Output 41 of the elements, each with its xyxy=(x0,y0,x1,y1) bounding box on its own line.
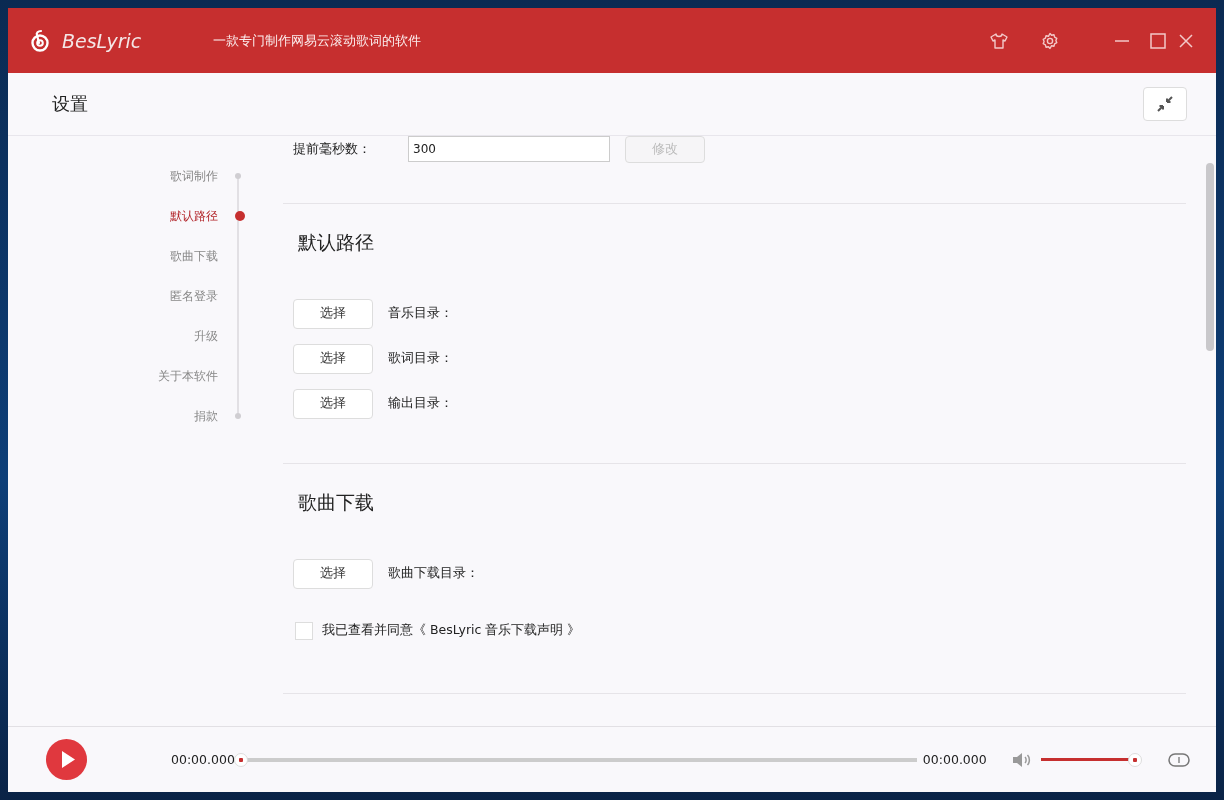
agreement-label: 我已查看并同意《 BesLyric 音乐下载声明 》 xyxy=(322,622,581,639)
path-label: 歌词目录： xyxy=(388,350,453,367)
choose-button[interactable]: 选择 xyxy=(293,558,373,589)
volume-thumb[interactable] xyxy=(1127,752,1142,767)
app-name: BesLyric xyxy=(62,29,142,52)
settings-icon[interactable] xyxy=(1040,30,1060,51)
path-label: 输出目录： xyxy=(388,395,453,412)
total-time: 00:00.000 xyxy=(922,752,987,767)
sidebar-item[interactable]: 关于本软件 xyxy=(8,356,270,396)
choose-button[interactable]: 选择 xyxy=(293,388,373,419)
path-label: 音乐目录： xyxy=(388,305,453,322)
scrollbar[interactable] xyxy=(1206,163,1214,351)
section-heading: 歌曲下载 xyxy=(297,490,375,515)
timeline-dot xyxy=(235,413,241,419)
sidebar-item[interactable]: 歌词制作 xyxy=(8,156,270,196)
sidebar-item[interactable]: 匿名登录 xyxy=(8,276,270,316)
shrink-arrows-icon xyxy=(1155,94,1175,114)
active-dot xyxy=(235,211,245,221)
section-heading: 默认路径 xyxy=(297,230,375,255)
app-tagline: 一款专门制作网易云滚动歌词的软件 xyxy=(213,31,422,50)
field-label: 提前毫秒数： xyxy=(293,140,372,158)
current-time: 00:00.000 xyxy=(171,752,235,767)
play-button[interactable] xyxy=(46,739,87,780)
play-icon xyxy=(46,739,87,780)
sidebar-item[interactable]: 捐款 xyxy=(8,396,270,436)
shirt-icon[interactable] xyxy=(989,30,1009,51)
music-note-logo-icon xyxy=(28,28,52,53)
checkbox[interactable] xyxy=(295,621,313,640)
loop-icon[interactable] xyxy=(1167,752,1190,767)
sidebar-item[interactable]: 歌曲下载 xyxy=(8,236,270,276)
sidebar-item[interactable]: 默认路径 xyxy=(8,196,270,236)
choose-button[interactable]: 选择 xyxy=(293,343,373,374)
timeline-dot xyxy=(235,173,241,179)
sidebar-item[interactable]: 升级 xyxy=(8,316,270,356)
maximize-icon[interactable] xyxy=(1148,30,1168,51)
choose-button[interactable]: 选择 xyxy=(293,298,373,329)
collapse-button[interactable] xyxy=(1143,87,1187,121)
volume-icon[interactable] xyxy=(1010,751,1031,768)
path-label: 歌曲下载目录： xyxy=(388,565,479,582)
progress-thumb[interactable] xyxy=(233,752,248,767)
page-title: 设置 xyxy=(52,92,88,116)
